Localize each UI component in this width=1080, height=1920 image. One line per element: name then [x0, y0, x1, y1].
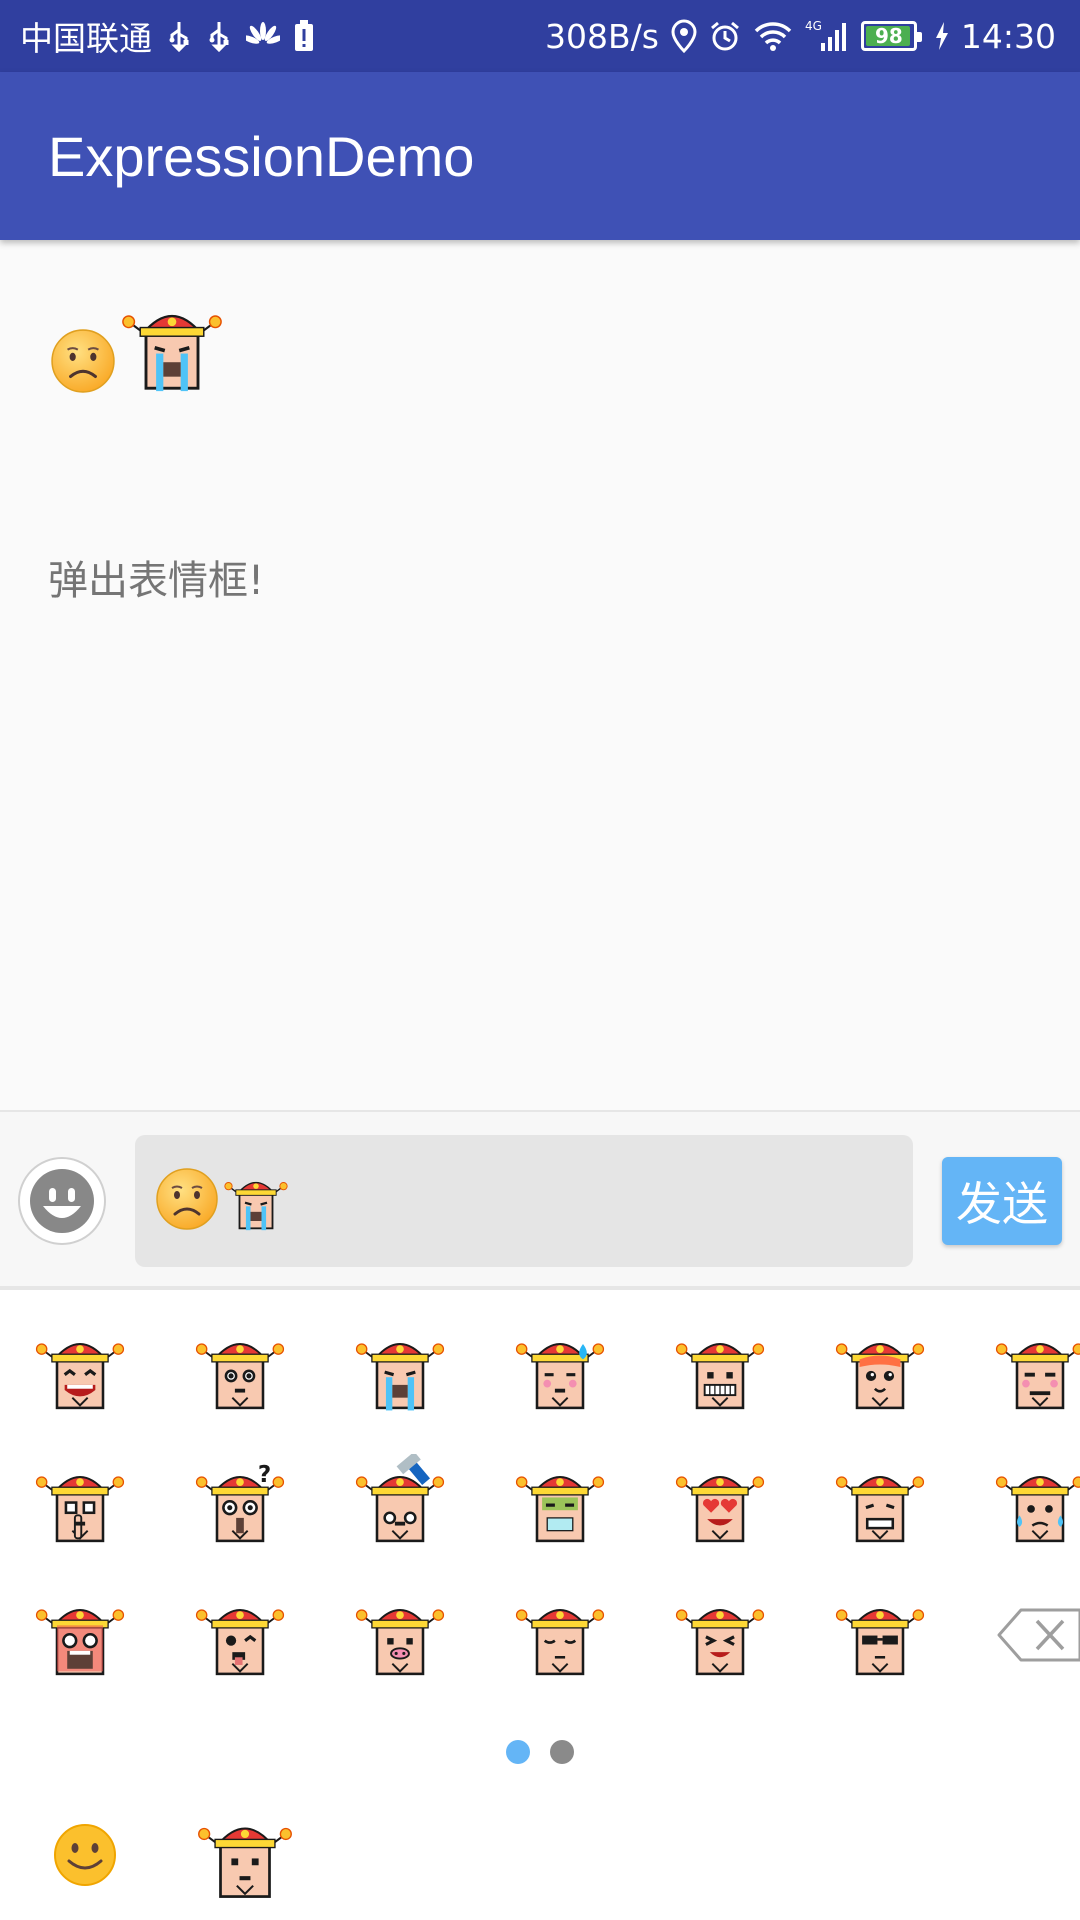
- battery-percent: 98: [874, 24, 903, 48]
- charging-icon: [935, 22, 949, 50]
- app-bar: ExpressionDemo: [0, 72, 1080, 240]
- page-dot[interactable]: [550, 1740, 574, 1764]
- app-title: ExpressionDemo: [48, 124, 475, 188]
- smiley-face-icon: [30, 1169, 94, 1233]
- tearful-god-emoji[interactable]: [960, 1435, 1080, 1568]
- input-bar: 发送: [0, 1110, 1080, 1290]
- signal-icon: 4G: [805, 19, 849, 53]
- wink-tongue-god-emoji[interactable]: [160, 1568, 320, 1701]
- send-button[interactable]: 发送: [942, 1157, 1062, 1245]
- squint-god-emoji[interactable]: [640, 1568, 800, 1701]
- question-god-emoji[interactable]: ?: [160, 1435, 320, 1568]
- laughing-god-emoji[interactable]: [0, 1302, 160, 1435]
- content-area: 弹出表情框!: [0, 240, 1080, 1110]
- sweat-drop-god-emoji[interactable]: [480, 1302, 640, 1435]
- status-bar: 中国联通 308B/s 4G 98 14:30: [0, 0, 1080, 72]
- message-input[interactable]: [135, 1135, 913, 1267]
- huawei-icon: [246, 22, 280, 50]
- usb-icon: [206, 20, 232, 52]
- emoji-category-tabs: [0, 1790, 1080, 1920]
- smiley-tab-icon: [54, 1824, 116, 1886]
- god-tab-icon: [196, 1804, 294, 1906]
- grimace-god-emoji[interactable]: [800, 1435, 960, 1568]
- carrier-label: 中国联通: [20, 19, 152, 58]
- sunglasses-god-emoji[interactable]: [800, 1568, 960, 1701]
- sleepy-god-emoji[interactable]: [480, 1568, 640, 1701]
- net-speed-label: 308B/s: [544, 16, 659, 56]
- cute-god-emoji[interactable]: [800, 1302, 960, 1435]
- page-dot-active[interactable]: [506, 1740, 530, 1764]
- grinning-god-emoji[interactable]: [640, 1302, 800, 1435]
- page-indicator: [0, 1740, 1080, 1764]
- sick-god-emoji[interactable]: [480, 1435, 640, 1568]
- battery-icon: 98: [860, 21, 922, 51]
- emoji-toggle-button[interactable]: [18, 1157, 106, 1245]
- sly-god-emoji[interactable]: [960, 1302, 1080, 1435]
- crying-god-emoji: [120, 290, 224, 398]
- heart-eyes-god-emoji[interactable]: [640, 1435, 800, 1568]
- sad-face-emoji: [50, 328, 116, 398]
- shh-god-emoji[interactable]: [0, 1435, 160, 1568]
- alarm-icon: [709, 20, 741, 52]
- pig-nose-god-emoji[interactable]: [320, 1568, 480, 1701]
- usb-icon: [166, 20, 192, 52]
- crying-god-emoji: [223, 1166, 289, 1236]
- battery-alert-icon: [294, 20, 314, 52]
- hammer-god-emoji[interactable]: [320, 1435, 480, 1568]
- hint-text[interactable]: 弹出表情框!: [48, 548, 264, 606]
- svg-text:4G: 4G: [805, 19, 822, 33]
- smiley-tab[interactable]: [35, 1805, 135, 1905]
- backspace-button[interactable]: [960, 1568, 1080, 1701]
- emoji-grid: ?: [0, 1302, 1080, 1701]
- angry-god-emoji[interactable]: [0, 1568, 160, 1701]
- emoji-panel: ?: [0, 1290, 1080, 1920]
- crying-god-emoji[interactable]: [320, 1302, 480, 1435]
- backspace-icon: [997, 1608, 1080, 1661]
- display-emoji-row: [50, 290, 224, 398]
- god-tab[interactable]: [195, 1805, 295, 1905]
- location-icon: [671, 19, 697, 53]
- svg-text:?: ?: [258, 1462, 271, 1488]
- clock: 14:30: [960, 16, 1056, 56]
- surprised-god-emoji[interactable]: [160, 1302, 320, 1435]
- sad-face-emoji: [155, 1167, 219, 1235]
- wifi-icon: [753, 20, 793, 52]
